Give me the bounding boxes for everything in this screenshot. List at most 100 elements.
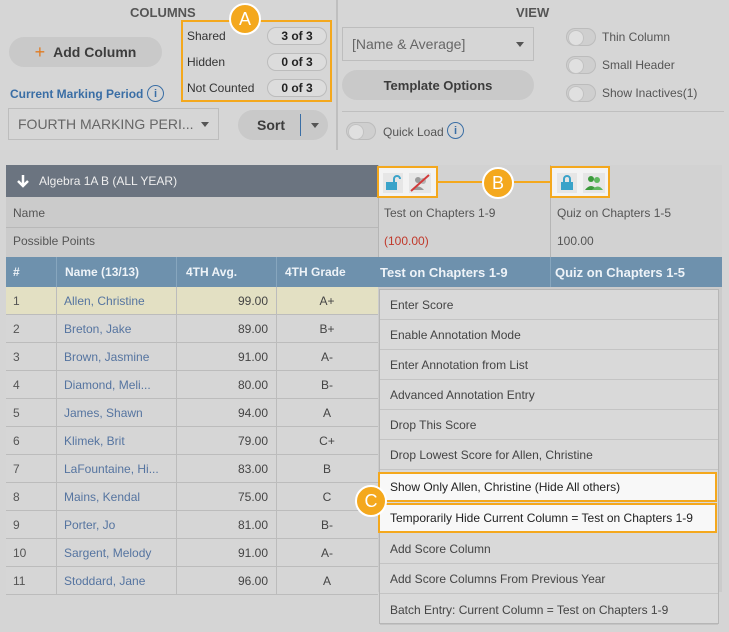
sort-dropdown-icon[interactable] bbox=[311, 123, 319, 128]
quick-load-info-icon[interactable]: i bbox=[447, 122, 464, 139]
marking-period-value: FOURTH MARKING PERI... bbox=[18, 116, 194, 132]
column-divider bbox=[56, 315, 57, 343]
column-divider bbox=[56, 539, 57, 567]
marking-period-select[interactable]: FOURTH MARKING PERI... bbox=[8, 108, 219, 140]
table-row[interactable]: 8 Mains, Kendal 75.00 C bbox=[6, 483, 378, 511]
column-divider bbox=[276, 539, 277, 567]
view-select[interactable]: [Name & Average] bbox=[342, 27, 534, 61]
col-header-name[interactable]: Name (13/13) bbox=[56, 257, 176, 287]
assignment-2-title[interactable]: Quiz on Chapters 1-5 bbox=[557, 205, 671, 221]
context-menu-item[interactable]: Enable Annotation Mode bbox=[380, 320, 718, 350]
student-grade: B+ bbox=[319, 322, 335, 336]
table-row[interactable]: 10 Sargent, Melody 91.00 A- bbox=[6, 539, 378, 567]
assignment-1-title[interactable]: Test on Chapters 1-9 bbox=[384, 205, 495, 221]
class-name: Algebra 1A B (ALL YEAR) bbox=[39, 174, 178, 188]
context-menu-item[interactable]: Add Score Columns From Previous Year bbox=[380, 564, 718, 594]
quick-load-label: Quick Load bbox=[383, 125, 444, 139]
student-name[interactable]: Mains, Kendal bbox=[64, 483, 174, 511]
quick-load-toggle[interactable] bbox=[346, 122, 376, 140]
student-average: 83.00 bbox=[237, 462, 268, 476]
table-row[interactable]: 1 Allen, Christine 99.00 A+ bbox=[6, 287, 378, 315]
thin-column-toggle[interactable] bbox=[566, 28, 596, 46]
student-name[interactable]: Brown, Jasmine bbox=[64, 343, 174, 371]
view-select-value: [Name & Average] bbox=[352, 36, 466, 52]
table-row[interactable]: 9 Porter, Jo 81.00 B- bbox=[6, 511, 378, 539]
marking-period-info-icon[interactable]: i bbox=[147, 85, 164, 102]
callout-c-badge: C bbox=[355, 485, 387, 517]
sort-button[interactable]: Sort bbox=[238, 110, 328, 140]
template-options-button[interactable]: Template Options bbox=[342, 70, 534, 100]
hidden-count[interactable]: 0 of 3 bbox=[267, 53, 327, 71]
student-name[interactable]: Sargent, Melody bbox=[64, 539, 174, 567]
student-name[interactable]: James, Shawn bbox=[64, 399, 174, 427]
table-row[interactable]: 4 Diamond, Meli... 80.00 B- bbox=[6, 371, 378, 399]
student-name[interactable]: Porter, Jo bbox=[64, 511, 174, 539]
column-divider bbox=[176, 315, 177, 343]
table-row[interactable]: 3 Brown, Jasmine 91.00 A- bbox=[6, 343, 378, 371]
column-divider bbox=[276, 511, 277, 539]
callout-b-line bbox=[438, 181, 482, 183]
chevron-down-icon bbox=[201, 122, 209, 127]
divider bbox=[6, 227, 378, 228]
lock-icon[interactable] bbox=[557, 173, 577, 193]
not-counted-label: Not Counted bbox=[187, 81, 255, 95]
sort-split-divider bbox=[300, 114, 301, 136]
unlock-icon[interactable] bbox=[383, 173, 403, 193]
hidden-count-row: Hidden 0 of 3 bbox=[187, 52, 327, 72]
student-name[interactable]: Breton, Jake bbox=[64, 315, 174, 343]
column-divider bbox=[276, 287, 277, 315]
callout-b-line bbox=[514, 181, 551, 183]
add-column-button[interactable]: + Add Column bbox=[9, 37, 162, 67]
context-menu-item[interactable]: Drop Lowest Score for Allen, Christine bbox=[380, 440, 718, 470]
class-header: Algebra 1A B (ALL YEAR) bbox=[6, 165, 378, 197]
view-section-title: VIEW bbox=[516, 5, 550, 20]
context-menu-item[interactable]: Add Score Column bbox=[380, 534, 718, 564]
callout-a-badge: A bbox=[229, 3, 261, 35]
assignment-1-points: (100.00) bbox=[384, 234, 429, 248]
row-number: 7 bbox=[13, 462, 20, 476]
student-average: 75.00 bbox=[237, 490, 268, 504]
small-header-toggle[interactable] bbox=[566, 56, 596, 74]
shared-students-icon[interactable] bbox=[583, 173, 605, 193]
col-header-assignment-1[interactable]: Test on Chapters 1-9 bbox=[378, 257, 550, 287]
row-number: 10 bbox=[13, 546, 27, 560]
student-name[interactable]: Klimek, Brit bbox=[64, 427, 174, 455]
context-menu-item[interactable]: Show Only Allen, Christine (Hide All oth… bbox=[378, 472, 717, 502]
arrow-down-icon[interactable] bbox=[16, 174, 30, 188]
context-menu-item[interactable]: Enter Score bbox=[380, 290, 718, 320]
student-name[interactable]: LaFountaine, Hi... bbox=[64, 455, 174, 483]
column-divider bbox=[56, 343, 57, 371]
student-name[interactable]: Stoddard, Jane bbox=[64, 567, 174, 595]
student-grade: B- bbox=[321, 378, 333, 392]
col-header-num[interactable]: # bbox=[6, 257, 56, 287]
table-row[interactable]: 6 Klimek, Brit 79.00 C+ bbox=[6, 427, 378, 455]
column-divider bbox=[176, 567, 177, 595]
context-menu-item[interactable]: Enter Annotation from List bbox=[380, 350, 718, 380]
context-menu-item[interactable]: Advanced Annotation Entry bbox=[380, 380, 718, 410]
hidden-label: Hidden bbox=[187, 55, 226, 69]
row-number: 4 bbox=[13, 378, 20, 392]
table-row[interactable]: 11 Stoddard, Jane 96.00 A bbox=[6, 567, 378, 595]
view-divider bbox=[342, 111, 724, 112]
column-divider bbox=[176, 343, 177, 371]
shared-count[interactable]: 3 of 3 bbox=[267, 27, 327, 45]
col-header-assignment-2[interactable]: Quiz on Chapters 1-5 bbox=[550, 257, 722, 287]
column-divider bbox=[276, 343, 277, 371]
col-header-avg[interactable]: 4TH Avg. bbox=[176, 257, 276, 287]
col-header-grade[interactable]: 4TH Grade bbox=[276, 257, 378, 287]
hidden-students-icon[interactable] bbox=[409, 173, 431, 193]
context-menu-item[interactable]: Temporarily Hide Current Column = Test o… bbox=[378, 503, 717, 533]
column-divider bbox=[56, 567, 57, 595]
student-grade: A- bbox=[321, 546, 333, 560]
show-inactives-toggle[interactable] bbox=[566, 84, 596, 102]
not-counted-count[interactable]: 0 of 3 bbox=[267, 79, 327, 97]
table-row[interactable]: 7 LaFountaine, Hi... 83.00 B bbox=[6, 455, 378, 483]
table-row[interactable]: 5 James, Shawn 94.00 A bbox=[6, 399, 378, 427]
student-name[interactable]: Allen, Christine bbox=[64, 287, 174, 315]
context-menu-item[interactable]: Batch Entry: Current Column = Test on Ch… bbox=[380, 595, 718, 625]
not-counted-count-row: Not Counted 0 of 3 bbox=[187, 78, 327, 98]
context-menu-item[interactable]: Drop This Score bbox=[380, 410, 718, 440]
toolbar-divider bbox=[336, 0, 338, 150]
student-name[interactable]: Diamond, Meli... bbox=[64, 371, 174, 399]
table-row[interactable]: 2 Breton, Jake 89.00 B+ bbox=[6, 315, 378, 343]
